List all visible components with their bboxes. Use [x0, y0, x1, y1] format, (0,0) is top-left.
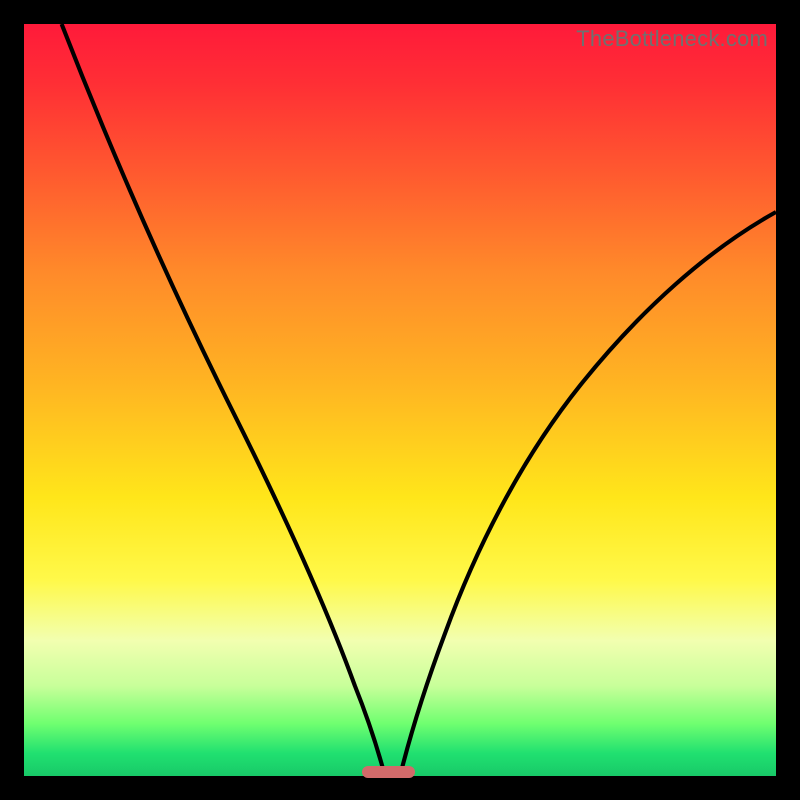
curve-layer	[24, 24, 776, 776]
gradient-plot-area: TheBottleneck.com	[24, 24, 776, 776]
chart-frame: TheBottleneck.com	[24, 24, 776, 776]
left-curve	[62, 24, 385, 776]
right-curve	[400, 212, 776, 776]
bottleneck-marker	[362, 766, 415, 778]
